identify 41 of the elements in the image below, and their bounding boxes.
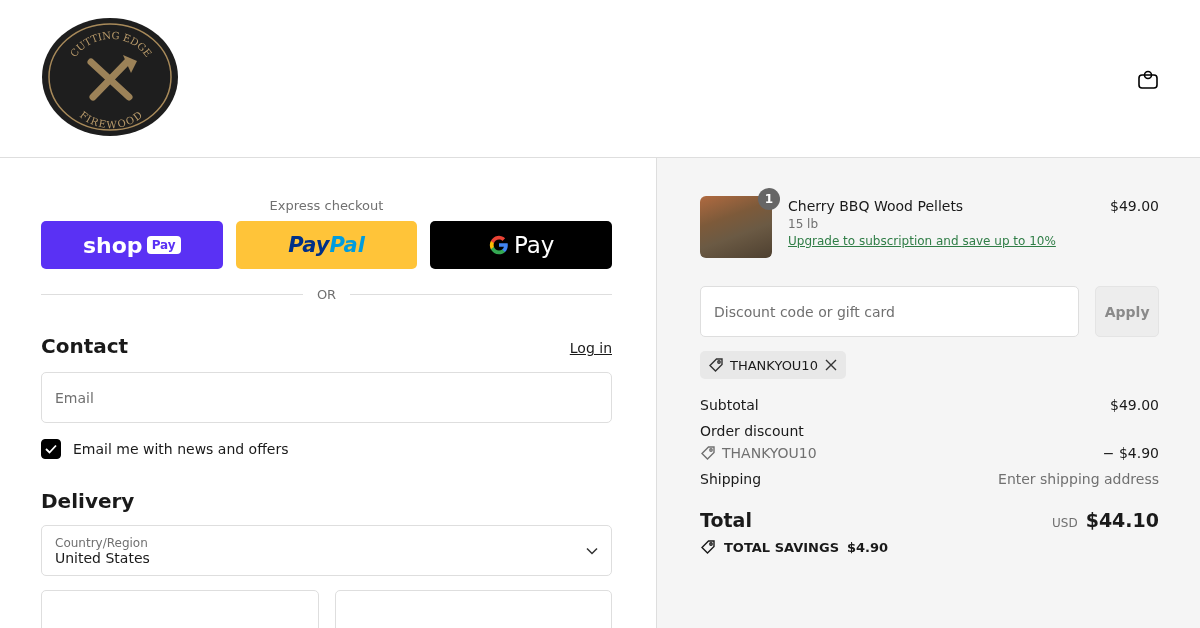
quantity-badge: 1 [758, 188, 780, 210]
checkbox[interactable] [41, 439, 61, 459]
savings-value: $4.90 [847, 539, 889, 555]
product-variant: 15 lb [788, 217, 820, 231]
chevron-down-icon [586, 546, 598, 555]
line-value: $49.00 [1110, 397, 1159, 413]
tag-icon [700, 445, 716, 461]
line-value: Enter shipping address [998, 471, 1159, 487]
shop-pay-button[interactable]: shop Pay [41, 221, 223, 269]
country-select[interactable]: Country/Region United States [41, 525, 612, 576]
total-label: Total [700, 509, 752, 531]
log-in-link[interactable]: Log in [569, 340, 612, 356]
section-heading: Delivery [41, 489, 135, 513]
subscription-upgrade-link[interactable]: Upgrade to subscription and save up to 10% [788, 234, 1094, 248]
tags-icon [700, 539, 716, 555]
currency-code: USD [1052, 516, 1078, 530]
line-label: Shipping [700, 471, 762, 487]
checkmark-icon [45, 444, 57, 454]
input-field[interactable] [334, 590, 612, 628]
savings-label: TOTAL SAVINGS [724, 539, 839, 555]
discount-code: THANKYOU10 [730, 357, 818, 373]
paypal-button[interactable]: PayPal [235, 221, 418, 269]
total-value: $44.10 [1085, 509, 1159, 531]
tag-icon [708, 357, 724, 373]
line-label: Order discount [700, 423, 805, 439]
input-field[interactable] [41, 590, 319, 628]
discount-code: THANKYOU10 [722, 445, 817, 461]
google-pay-button[interactable]: Pay [430, 221, 612, 269]
product-price: $49.00 [1110, 197, 1159, 214]
email-field[interactable]: Email [41, 372, 612, 423]
line-label: Subtotal [700, 397, 759, 413]
express-checkout-title: Express checkout [268, 198, 385, 213]
line-value: − $4.90 [1102, 445, 1159, 461]
google-g-icon [487, 234, 510, 256]
or-divider-text: OR [316, 287, 337, 302]
discount-code-field[interactable]: Discount code or gift card [700, 286, 1080, 337]
photo-placeholder [700, 196, 772, 258]
checkbox-label: Email me with news and offers [73, 441, 289, 457]
close-button[interactable] [823, 358, 838, 372]
section-heading: Contact [41, 334, 129, 358]
product-name: Cherry BBQ Wood Pellets [788, 198, 965, 214]
